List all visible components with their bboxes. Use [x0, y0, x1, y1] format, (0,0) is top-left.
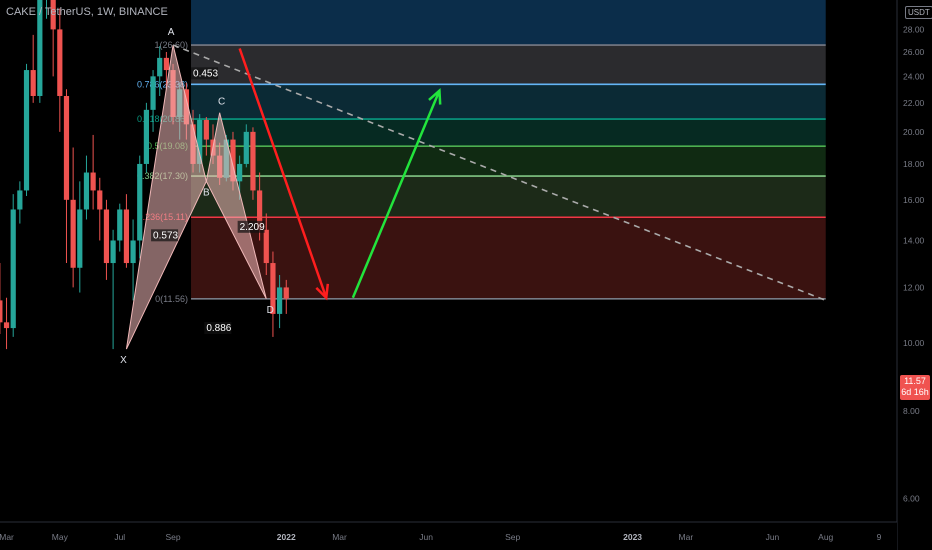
y-tick-11: 28.00 [903, 24, 925, 34]
candle-body-15 [77, 209, 83, 268]
y-tick-5: 16.00 [903, 195, 925, 205]
candle-body-14 [70, 199, 76, 268]
candle-body-18 [97, 190, 103, 210]
candle-body-34 [203, 119, 209, 140]
x-tick-0: Mar [0, 532, 14, 542]
x-tick-6: Jun [419, 532, 433, 542]
candle-body-22 [123, 209, 130, 264]
x-tick-12: 9 [877, 532, 882, 542]
fib-zone-4 [191, 146, 826, 177]
fib-zone-0 [191, 0, 826, 46]
x-tick-5: Mar [332, 532, 347, 542]
harmonic-ratio-0: 0.573 [153, 230, 178, 241]
current-price: 11.57 [904, 376, 926, 386]
fib-zone-3 [191, 119, 826, 147]
y-tick-8: 22.00 [903, 98, 925, 108]
candle-body-41 [250, 131, 256, 191]
candle-body-19 [103, 209, 110, 264]
candle-body-13 [63, 95, 70, 200]
candle-body-28 [163, 57, 169, 71]
y-tick-3: 12.00 [903, 282, 925, 292]
candle-body-26 [150, 76, 156, 110]
x-tick-1: May [52, 532, 69, 542]
x-tick-10: Jun [766, 532, 780, 542]
candle-body-39 [237, 163, 243, 182]
harmonic-point-D: D [267, 305, 274, 316]
candle-body-16 [83, 172, 90, 210]
candle-body-12 [57, 29, 63, 96]
x-tick-11: Aug [818, 532, 833, 542]
harmonic-point-A: A [168, 27, 175, 38]
x-tick-9: Mar [679, 532, 694, 542]
harmonic-ratio-3: 0.886 [206, 323, 231, 334]
currency-badge[interactable]: USDT [905, 6, 932, 19]
y-tick-6: 18.00 [903, 159, 925, 169]
candle-body-45 [277, 287, 283, 314]
candle-body-6 [17, 190, 23, 210]
candle-body-4 [3, 322, 10, 329]
candle-body-46 [283, 287, 289, 299]
y-tick-7: 20.00 [903, 127, 925, 137]
y-tick-9: 24.00 [903, 71, 925, 81]
harmonic-point-C: C [218, 97, 225, 108]
candle-body-27 [157, 57, 163, 77]
candle-body-43 [263, 229, 269, 264]
time-axis-bg [0, 522, 897, 550]
candle-body-5 [10, 209, 16, 329]
x-tick-2: Jul [114, 532, 125, 542]
y-tick-1: 8.00 [903, 406, 920, 416]
candle-body-20 [110, 240, 116, 264]
candle-body-23 [130, 240, 136, 264]
y-tick-0: 6.00 [903, 494, 920, 504]
candle-body-8 [30, 70, 36, 96]
candle-body-25 [143, 109, 149, 164]
y-tick-10: 26.00 [903, 47, 925, 57]
current-price-badge: 11.57 6d 16h [900, 375, 930, 400]
y-tick-4: 14.00 [903, 235, 925, 245]
harmonic-ratio-2: 2.209 [240, 222, 265, 233]
harmonic-ratio-1: 0.453 [193, 68, 218, 79]
x-tick-3: Sep [165, 532, 180, 542]
fib-label-6: 0(11.56) [155, 294, 188, 304]
chart-canvas[interactable]: 1(26.60)0.786(23.38)0.618(20.86)0.5(19.0… [0, 0, 932, 550]
y-tick-2: 10.00 [903, 338, 925, 348]
candle-body-21 [117, 209, 123, 241]
harmonic-point-X: X [120, 355, 127, 366]
bar-countdown: 6d 16h [901, 387, 929, 397]
fib-zone-1 [191, 45, 826, 85]
x-tick-4: 2022 [277, 532, 296, 542]
symbol-title[interactable]: CAKE / TetherUS, 1W, BINANCE [6, 6, 168, 18]
candle-body-3 [0, 300, 3, 323]
x-tick-8: 2023 [623, 532, 642, 542]
harmonic-point-B: B [203, 187, 210, 198]
price-axis-bg [897, 0, 932, 550]
candle-body-40 [243, 131, 249, 164]
x-tick-7: Sep [505, 532, 520, 542]
candle-body-24 [137, 163, 143, 241]
candle-body-17 [90, 172, 96, 191]
candle-body-7 [23, 70, 30, 191]
